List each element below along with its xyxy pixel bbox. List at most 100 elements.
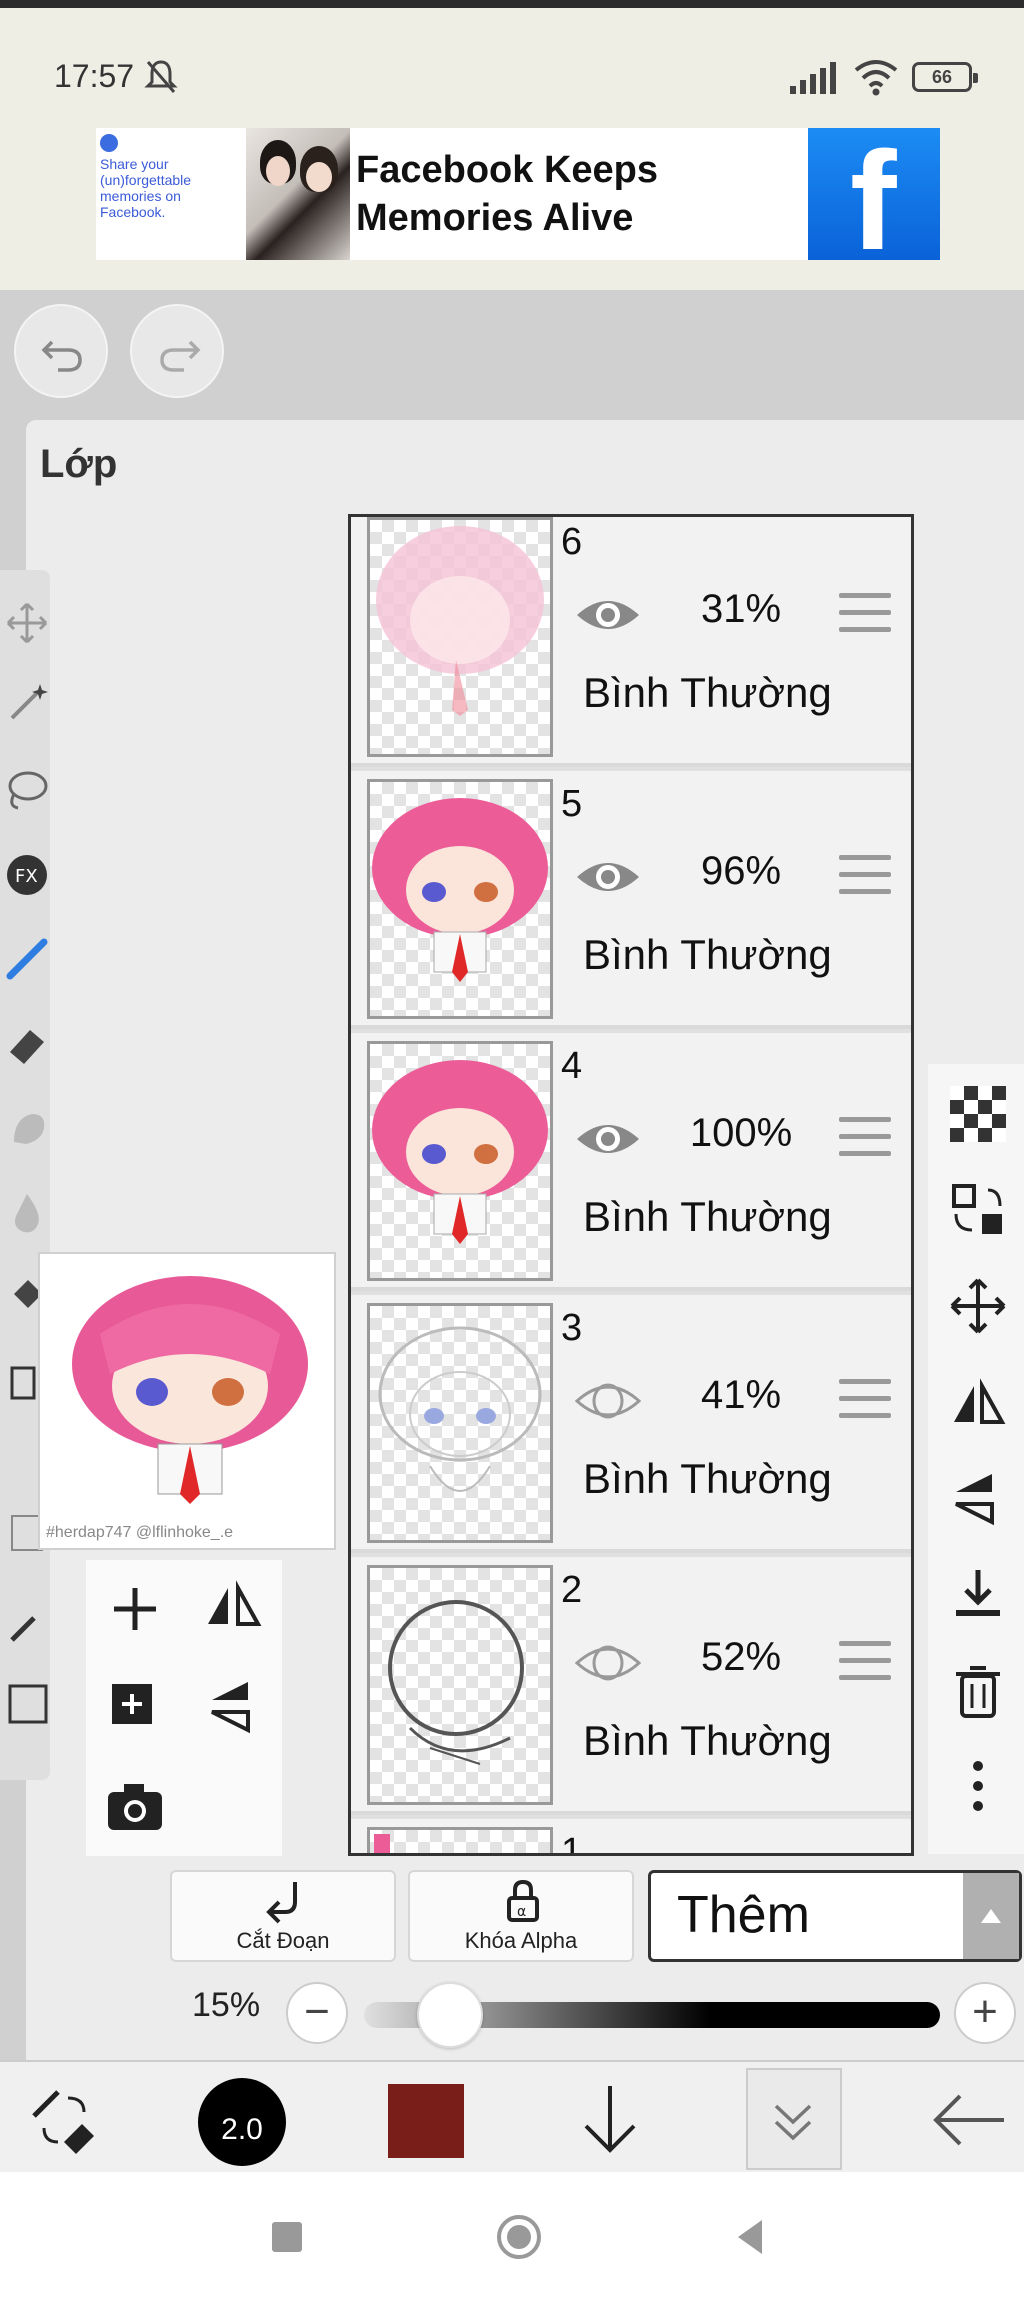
layer-swap-icon[interactable] [948,1180,1008,1240]
blend-mode-value: Thêm [677,1886,810,1944]
character-preview-image [72,1276,308,1504]
layer-opacity: 100% [689,1111,793,1155]
alpha-lock-button[interactable]: α Khóa Alpha [408,1870,634,1962]
double-chevron-down-icon [774,2104,812,2141]
eye-icon[interactable] [573,1113,643,1165]
svg-text:FX: FX [15,866,38,887]
layer-row[interactable]: 1 [351,1819,911,1853]
clipping-label: Cắt Đoạn [236,1928,330,1953]
ad-small-text: Share your (un)forgettable memories on F… [100,134,238,254]
transparency-checker-icon[interactable] [948,1084,1008,1144]
flip-layer-vertical-icon[interactable] [948,1468,1008,1528]
battery-indicator: 66 [912,62,978,92]
ad-banner[interactable]: Share your (un)forgettable memories on F… [96,128,940,271]
layer-blend-mode[interactable]: Bình Thường [583,1193,903,1241]
layer-blend-mode[interactable]: Bình Thường [583,931,903,979]
alpha-lock-label: Khóa Alpha [464,1928,578,1953]
ad-headline: Facebook Keeps Memories Alive [356,149,658,239]
brush-eraser-toggle-icon[interactable] [24,2080,104,2160]
add-layer-copy-icon[interactable] [100,1672,170,1742]
opacity-increase-button[interactable]: + [954,1982,1016,2044]
brush-icon[interactable] [4,936,50,982]
layer-opacity: 31% [700,587,782,631]
layer-list: 6 31% Bình Thường 5 96% Bình Thường 4 10… [348,514,914,1856]
blur-drop-icon[interactable] [4,1190,50,1236]
layer-mini-tools [86,1560,282,1856]
move-layer-icon[interactable] [948,1276,1008,1336]
layer-opacity-slider: 15% − + [0,1960,1024,2060]
layer-blend-mode[interactable]: Bình Thường [583,669,903,717]
arrow-down-icon[interactable] [570,2080,650,2160]
back-arrow-icon[interactable] [930,2080,1010,2160]
facebook-logo-icon: f [808,128,940,271]
layer-number: 2 [561,1569,583,1611]
redo-button[interactable] [130,304,224,398]
clipping-button[interactable]: Cắt Đoạn [170,1870,396,1962]
drag-handle-icon[interactable] [839,855,891,899]
merge-down-icon[interactable] [948,1564,1008,1624]
layer-row[interactable]: 4 100% Bình Thường [351,1033,911,1291]
layer-opacity: 96% [700,849,782,893]
flip-vertical-icon[interactable] [198,1672,268,1742]
trash-icon[interactable] [948,1660,1008,1720]
flip-horizontal-icon[interactable] [198,1574,268,1644]
layer-row[interactable]: 5 96% Bình Thường [351,771,911,1029]
canvas-preview[interactable]: #herdap747 @lflinhoke_.e [38,1252,336,1550]
drag-handle-icon[interactable] [839,1641,891,1685]
eye-hidden-icon[interactable] [573,1637,643,1689]
layer-blend-mode[interactable]: Bình Thường [583,1455,903,1503]
collapse-button[interactable] [746,2068,842,2170]
lasso-icon[interactable] [4,766,50,812]
layer-row[interactable]: 3 41% Bình Thường [351,1295,911,1553]
eraser-icon[interactable] [4,1022,50,1068]
layer-row[interactable]: 6 31% Bình Thường [351,517,911,767]
clipping-icon [266,1882,297,1924]
filter-fx-icon[interactable]: FX [4,852,50,898]
camera-icon[interactable] [100,1772,170,1842]
brush-size-indicator[interactable]: 2.0 [198,2078,286,2166]
panel-title: Lớp [40,442,118,486]
opacity-decrease-button[interactable]: − [286,1982,348,2044]
color-swatch[interactable] [388,2084,464,2158]
layer-thumbnail [367,517,553,757]
drag-handle-icon[interactable] [839,1379,891,1423]
layer-thumbnail [367,1827,553,1853]
eye-icon[interactable] [573,589,643,641]
chevron-up-icon[interactable] [963,1873,1019,1959]
layer-thumbnail [367,1041,553,1281]
more-options-icon[interactable] [948,1756,1008,1816]
home-icon[interactable] [492,2210,546,2264]
add-layer-icon[interactable] [100,1574,170,1644]
eye-hidden-icon[interactable] [573,1375,643,1427]
recents-icon[interactable] [260,2210,314,2264]
blend-mode-select[interactable]: Thêm [648,1870,1022,1962]
opacity-value-label: 15% [192,1986,261,2024]
redo-icon [160,340,201,372]
layer-row[interactable]: 2 52% Bình Thường [351,1557,911,1815]
layer-number: 3 [561,1307,583,1349]
move-tool-icon[interactable] [4,600,50,646]
layer-number: 6 [561,521,583,563]
eyedropper-icon[interactable] [4,1600,50,1646]
layer-opacity: 52% [700,1635,782,1679]
layer-blend-mode[interactable]: Bình Thường [583,1717,903,1765]
status-bar: 17:57 66 [0,8,1024,128]
flip-layer-horizontal-icon[interactable] [948,1372,1008,1432]
magic-wand-icon[interactable] [4,680,50,726]
canvas-icon[interactable] [4,1680,50,1726]
right-tool-strip [928,1064,1024,1854]
smudge-icon[interactable] [4,1106,50,1152]
ad-info-icon [100,134,118,152]
drag-handle-icon[interactable] [839,1117,891,1161]
drag-handle-icon[interactable] [839,593,891,637]
back-icon[interactable] [724,2210,778,2264]
opacity-thumb[interactable] [417,1982,484,2048]
wifi-icon [854,60,898,96]
ad-photo [246,128,350,260]
bottom-toolbar: 2.0 [0,2060,1024,2172]
signal-icon [790,62,836,94]
left-tool-strip: FX [0,570,50,1780]
undo-button[interactable] [14,304,108,398]
eye-icon[interactable] [573,851,643,903]
lock-icon: α [507,1879,539,1922]
